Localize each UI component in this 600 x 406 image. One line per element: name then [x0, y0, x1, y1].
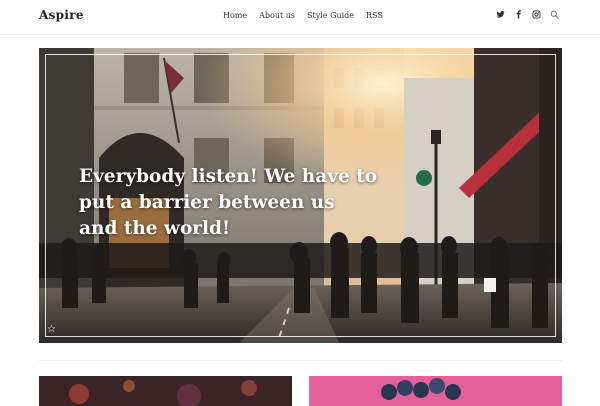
post-card-thumbnail-left[interactable]	[39, 376, 292, 406]
nav-home-link[interactable]: Home	[223, 11, 247, 20]
twitter-icon[interactable]	[496, 10, 505, 19]
main-nav: Home About us Style Guide RSS	[223, 11, 383, 20]
nav-about-link[interactable]: About us	[259, 11, 295, 20]
social-links	[496, 10, 559, 19]
site-header: Aspire Home About us Style Guide RSS	[0, 0, 600, 35]
star-icon[interactable]: ☆	[47, 325, 56, 335]
search-icon[interactable]	[550, 10, 559, 19]
featured-post-title[interactable]: Everybody listen! We have to put a barri…	[79, 164, 379, 242]
instagram-icon[interactable]	[532, 10, 541, 19]
post-card-image-right	[309, 376, 562, 406]
featured-post-hero[interactable]: Everybody listen! We have to put a barri…	[39, 48, 562, 343]
facebook-icon[interactable]	[514, 10, 523, 19]
nav-rss-link[interactable]: RSS	[366, 11, 383, 20]
section-divider	[39, 360, 562, 361]
nav-style-guide-link[interactable]: Style Guide	[307, 11, 354, 20]
post-card-image-left	[39, 376, 292, 406]
post-card-thumbnail-right[interactable]	[309, 376, 562, 406]
site-logo[interactable]: Aspire	[39, 8, 84, 22]
